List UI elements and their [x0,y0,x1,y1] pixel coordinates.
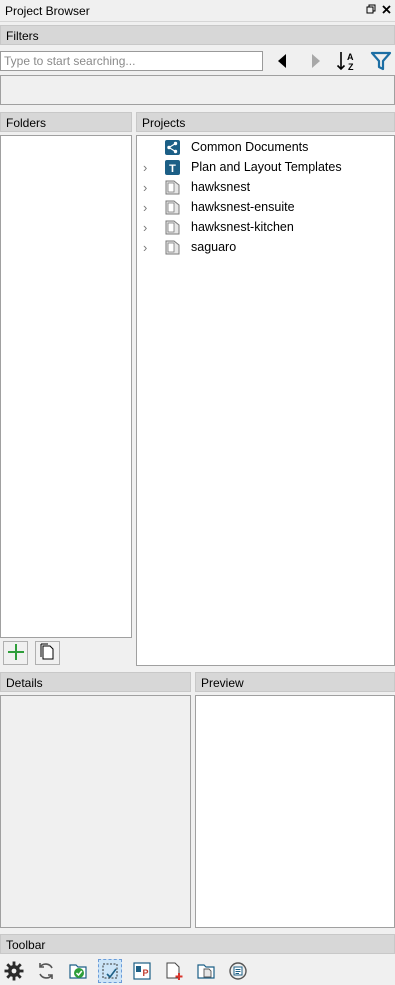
active-filters-area [0,75,395,105]
new-document-button[interactable] [35,641,60,665]
window-title: Project Browser [5,4,90,18]
toolbar-header: Toolbar [0,934,395,954]
plus-icon [7,643,25,664]
tree-item-label: hawksnest-kitchen [191,220,294,234]
filter-funnel-icon[interactable] [370,50,392,72]
svg-text:A: A [347,52,354,62]
folders-tree[interactable] [0,135,132,638]
toolbar: P [0,957,395,985]
properties-icon[interactable]: P [130,959,154,983]
tree-item-project[interactable]: › saguaro [137,237,393,257]
svg-text:P: P [142,968,148,978]
check-folder-icon[interactable] [66,959,90,983]
svg-text:Z: Z [348,62,354,72]
template-icon: T [165,159,180,175]
chevron-right-icon[interactable]: › [143,161,153,174]
details-panel [0,695,191,928]
preview-panel [195,695,395,928]
tree-item-label: Common Documents [191,140,309,154]
project-icon [165,220,180,235]
restore-icon[interactable] [366,3,376,17]
tree-item-label: hawksnest [191,180,251,194]
filters-header: Filters [0,25,395,45]
settings-gear-icon[interactable] [2,959,26,983]
tree-item-project[interactable]: › hawksnest-kitchen [137,217,393,237]
refresh-icon[interactable] [34,959,58,983]
sort-az-icon[interactable]: A Z [336,50,358,72]
window-titlebar: Project Browser [0,0,395,22]
select-area-icon[interactable] [98,959,122,983]
forward-arrow-icon[interactable] [306,52,324,70]
tree-item-label: hawksnest-ensuite [191,200,295,214]
project-icon [165,180,180,195]
tree-item-label: Plan and Layout Templates [191,160,342,174]
chevron-right-icon[interactable]: › [143,201,153,214]
preview-header: Preview [195,672,395,692]
chevron-right-icon[interactable]: › [143,181,153,194]
back-arrow-icon[interactable] [274,52,292,70]
document-icon [39,643,57,664]
project-icon [165,240,180,255]
folders-header: Folders [0,112,132,132]
svg-text:T: T [169,163,176,175]
tree-item-common-documents[interactable]: Common Documents [137,137,393,157]
project-icon [165,200,180,215]
chevron-right-icon[interactable]: › [143,241,153,254]
add-folder-button[interactable] [3,641,28,665]
tree-item-label: saguaro [191,240,237,254]
tree-item-project[interactable]: › hawksnest-ensuite [137,197,393,217]
search-input[interactable] [0,51,263,71]
details-header: Details [0,672,191,692]
history-icon[interactable] [226,959,250,983]
close-icon[interactable] [382,3,391,17]
chevron-right-icon[interactable]: › [143,221,153,234]
share-icon [165,139,180,155]
projects-header: Projects [136,112,395,132]
projects-tree[interactable]: Common Documents › T Plan and Layout Tem… [136,135,395,666]
add-document-icon[interactable] [162,959,186,983]
tree-item-plan-templates[interactable]: › T Plan and Layout Templates [137,157,393,177]
copy-document-icon[interactable] [194,959,218,983]
tree-item-project[interactable]: › hawksnest [137,177,393,197]
